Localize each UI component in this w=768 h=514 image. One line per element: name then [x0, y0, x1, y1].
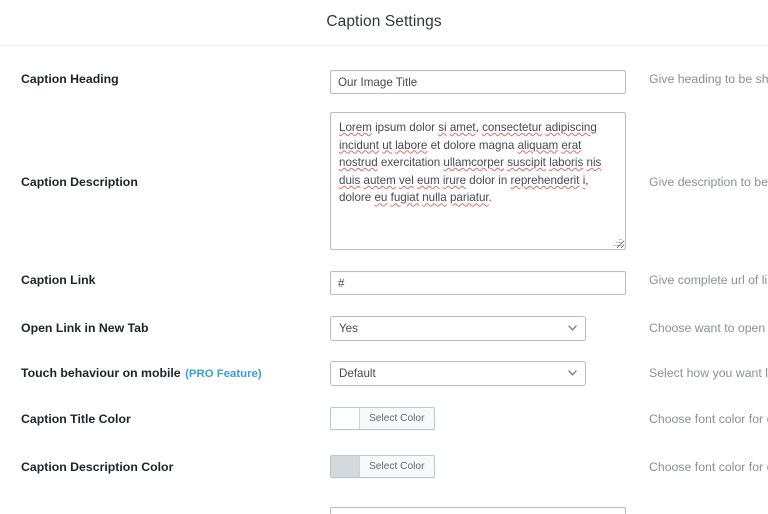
spell-error: duis	[339, 173, 361, 187]
spell-error: labore	[395, 138, 428, 152]
settings-form: Caption Heading Give heading to be shown…	[0, 70, 768, 514]
help-cell-caption-heading: Give heading to be shown on im	[638, 70, 768, 88]
caption-heading-input[interactable]	[330, 70, 626, 94]
label-caption-description-color: Caption Description Color	[21, 460, 174, 474]
label-caption-title-color: Caption Title Color	[21, 412, 131, 426]
row-caption-description-color: Caption Description Color Select Color C…	[0, 455, 768, 482]
spell-error: irure	[442, 173, 467, 187]
spell-error: Lorem	[339, 121, 372, 134]
help-cell-caption-description: Give description to be shown on	[638, 112, 768, 191]
label-cell-caption-heading: Caption Heading	[0, 70, 330, 88]
select-color-label: Select Color	[369, 413, 425, 424]
help-text-open-link-new-tab: Choose want to open link in new	[649, 321, 768, 335]
spell-error: autem	[363, 173, 396, 187]
help-cell-open-link-new-tab: Choose want to open link in new	[638, 316, 768, 337]
help-text-touch-behaviour: Select how you want links to beh	[649, 366, 768, 380]
field-cell-open-link-new-tab: Yes	[330, 316, 638, 341]
help-cell-caption-description-color: Choose font color for caption de	[638, 455, 768, 476]
spell-error: vel	[398, 173, 414, 187]
spell-error: laboris	[549, 156, 584, 170]
spell-error: eum	[417, 173, 440, 187]
open-link-new-tab-select[interactable]: Yes	[330, 316, 586, 341]
label-cell-caption-title-color: Caption Title Color	[0, 407, 330, 428]
label-open-link-new-tab: Open Link in New Tab	[21, 321, 149, 335]
touch-behaviour-select-wrap: Default	[330, 361, 586, 386]
row-caption-title-color: Caption Title Color Select Color Choose …	[0, 407, 768, 434]
spell-error: adipiscing	[545, 121, 597, 134]
label-cell-caption-description-color: Caption Description Color	[0, 455, 330, 476]
caption-settings-panel: Caption Settings Caption Heading Give he…	[0, 0, 768, 514]
label-cell-open-link-new-tab: Open Link in New Tab	[0, 316, 330, 337]
help-text-caption-link: Give complete url of link which c	[649, 273, 768, 287]
field-cell-caption-link	[330, 271, 638, 295]
label-caption-description: Caption Description	[21, 175, 138, 189]
select-color-label: Select Color	[369, 461, 425, 472]
label-cell-caption-link: Caption Link	[0, 271, 330, 289]
help-cell-touch-behaviour: Select how you want links to beh	[638, 361, 768, 382]
spell-error: consectetur	[482, 121, 543, 134]
spell-error: si	[438, 121, 447, 134]
pro-feature-badge: (PRO Feature)	[185, 368, 262, 380]
row-caption-description: Caption Description Lorem ipsum dolor si…	[0, 112, 768, 250]
color-swatch-preview	[331, 456, 360, 477]
help-text-caption-description-color: Choose font color for caption de	[649, 460, 768, 474]
spell-error: incidunt	[339, 138, 379, 152]
row-caption-heading: Caption Heading Give heading to be shown…	[0, 70, 768, 94]
caption-link-input[interactable]	[330, 271, 626, 295]
spell-error: i	[582, 173, 586, 187]
help-cell-caption-link: Give complete url of link which c	[638, 271, 768, 289]
row-touch-behaviour: Touch behaviour on mobile (PRO Feature) …	[0, 361, 768, 386]
field-cell-caption-description: Lorem ipsum dolor si amet, consectetur a…	[330, 112, 638, 250]
row-open-link-new-tab: Open Link in New Tab Yes Choose want to …	[0, 316, 768, 341]
font-size-input[interactable]	[330, 507, 626, 514]
spell-error: pariatur	[449, 191, 489, 205]
open-link-new-tab-select-wrap: Yes	[330, 316, 586, 341]
row-caption-link: Caption Link Give complete url of link w…	[0, 271, 768, 295]
help-text-caption-description: Give description to be shown on	[649, 175, 768, 189]
field-cell-caption-description-color: Select Color	[330, 455, 638, 482]
spell-error: aliquam	[517, 138, 559, 152]
label-caption-heading: Caption Heading	[21, 72, 119, 86]
spell-error: ut	[382, 138, 392, 152]
page-title: Caption Settings	[326, 12, 442, 30]
resize-grip-icon[interactable]	[611, 235, 624, 248]
help-cell-font-size: Give the font size(it will be in px)	[638, 507, 768, 514]
help-text-caption-title-color: Choose font color for caption he	[649, 412, 768, 426]
panel-header: Caption Settings	[0, 0, 768, 46]
label-cell-touch-behaviour: Touch behaviour on mobile (PRO Feature)	[0, 361, 330, 382]
field-cell-font-size	[330, 507, 638, 514]
caption-description-color-picker-button[interactable]: Select Color	[330, 455, 435, 478]
spell-error: erat	[561, 138, 582, 152]
field-cell-caption-heading	[330, 70, 638, 94]
spell-error: fugiat	[390, 191, 419, 205]
help-cell-caption-title-color: Choose font color for caption he	[638, 407, 768, 428]
spell-error: nis	[586, 156, 602, 170]
touch-behaviour-select[interactable]: Default	[330, 361, 586, 386]
color-swatch-preview	[331, 408, 360, 429]
label-touch-behaviour: Touch behaviour on mobile	[21, 366, 181, 380]
label-caption-link: Caption Link	[21, 273, 96, 287]
row-font-size: Title | Description Font Size (PRO Featu…	[0, 507, 768, 514]
label-cell-caption-description: Caption Description	[0, 112, 330, 191]
caption-title-color-picker-button[interactable]: Select Color	[330, 407, 435, 430]
spell-error: ullamcorper	[443, 156, 504, 170]
spell-error: amet	[449, 121, 476, 134]
spell-error: reprehenderit	[510, 173, 580, 187]
field-cell-caption-title-color: Select Color	[330, 407, 638, 434]
spell-error: nostrud	[339, 156, 378, 170]
caption-description-textarea[interactable]: Lorem ipsum dolor si amet, consectetur a…	[330, 112, 626, 250]
spell-error: nulla	[422, 191, 447, 205]
spell-error: eu	[374, 191, 388, 205]
help-text-caption-heading: Give heading to be shown on im	[649, 72, 768, 86]
label-cell-font-size: Title | Description Font Size (PRO Featu…	[0, 507, 330, 514]
field-cell-touch-behaviour: Default	[330, 361, 638, 386]
spell-error: suscipit	[507, 156, 546, 170]
